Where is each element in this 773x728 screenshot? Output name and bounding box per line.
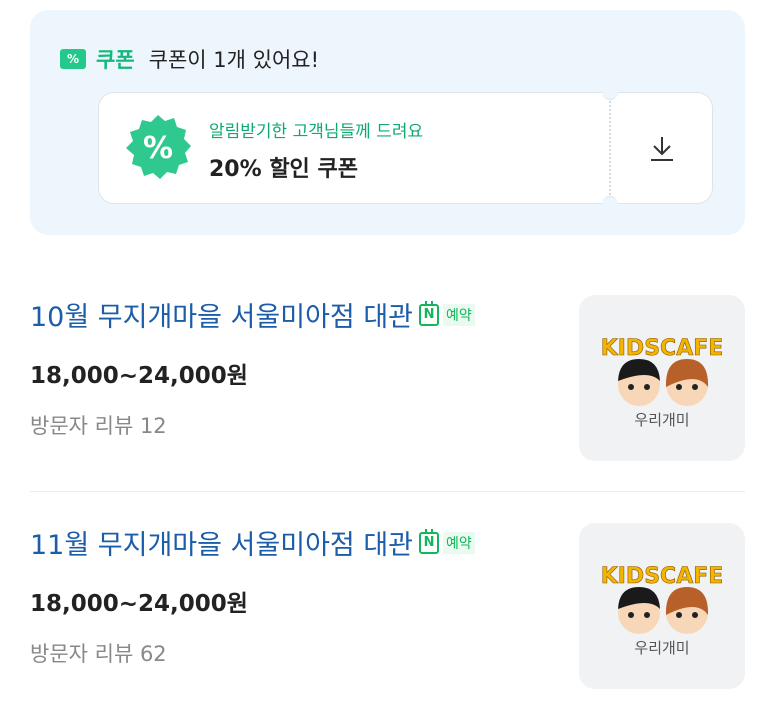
- download-icon[interactable]: [646, 133, 678, 165]
- coupon-tag-icon: %: [60, 49, 86, 69]
- kidscafe-logo-image: KIDSCAFE 우리개미: [600, 336, 724, 429]
- coupon-count-text: 쿠폰이 1개 있어요!: [148, 48, 320, 72]
- naver-calendar-icon: N: [419, 300, 440, 326]
- item-title[interactable]: 11월 무지개마을 서울미아점 대관: [30, 523, 413, 562]
- list-item[interactable]: 10월 무지개마을 서울미아점 대관 N 예약 18,000~24,000원 방…: [30, 295, 745, 461]
- coupon-notch-top: [602, 84, 618, 100]
- svg-text:KIDSCAFE: KIDSCAFE: [601, 336, 724, 361]
- discount-badge-icon: %: [126, 115, 191, 179]
- kidscafe-logo-image: KIDSCAFE 우리개미: [600, 564, 724, 657]
- booking-badge: N 예약: [419, 528, 475, 554]
- item-thumbnail[interactable]: KIDSCAFE 우리개미: [579, 295, 745, 461]
- svg-text:KIDSCAFE: KIDSCAFE: [601, 564, 724, 589]
- item-title[interactable]: 10월 무지개마을 서울미아점 대관: [30, 295, 413, 334]
- booking-badge: N 예약: [419, 300, 475, 326]
- coupon-section: % 쿠폰 쿠폰이 1개 있어요! % 알림받기한 고객님들께 드려요 20% 할…: [30, 10, 745, 235]
- coupon-label: 쿠폰: [96, 48, 135, 72]
- coupon-title: 20% 할인 쿠폰: [209, 157, 358, 182]
- svg-text:%: %: [143, 131, 173, 166]
- coupon-header: % 쿠폰 쿠폰이 1개 있어요!: [60, 44, 319, 74]
- svg-text:우리개미: 우리개미: [634, 411, 689, 429]
- booking-label: 예약: [443, 531, 475, 554]
- naver-calendar-icon: N: [419, 528, 440, 554]
- coupon-divider: [609, 101, 611, 195]
- booking-label: 예약: [443, 303, 475, 326]
- coupon-notch-bottom: [602, 196, 618, 212]
- list-item[interactable]: 11월 무지개마을 서울미아점 대관 N 예약 18,000~24,000원 방…: [30, 523, 745, 689]
- svg-text:우리개미: 우리개미: [634, 639, 689, 657]
- coupon-card[interactable]: % 알림받기한 고객님들께 드려요 20% 할인 쿠폰: [98, 84, 713, 212]
- item-thumbnail[interactable]: KIDSCAFE 우리개미: [579, 523, 745, 689]
- coupon-subtitle: 알림받기한 고객님들께 드려요: [209, 122, 424, 142]
- item-divider: [30, 491, 745, 492]
